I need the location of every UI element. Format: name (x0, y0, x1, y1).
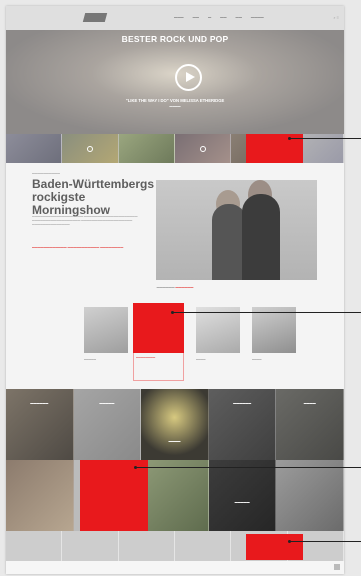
tile-caption: ▬▬▬▬▬▬ (30, 401, 49, 405)
video-thumbnail[interactable] (6, 134, 63, 163)
callout-line (136, 467, 361, 468)
now-playing-meta: ▬▬▬▬ (169, 104, 181, 108)
hero-banner: BESTER ROCK UND POP "LIKE THE WAY I DO" … (6, 30, 344, 134)
scroll-top-button[interactable] (334, 564, 340, 570)
bottom-link-cell[interactable] (175, 531, 232, 561)
video-thumbnail[interactable] (118, 134, 175, 163)
station-logo[interactable] (82, 13, 108, 22)
callout-line (290, 541, 361, 542)
content-tile[interactable] (141, 460, 209, 531)
top-navigation-bar: ▬▬▬ ▬▬ ▬ ▬▬ ▬▬ ▬▬▬▬ ⌕ ≡ (6, 6, 344, 30)
callout-dot (134, 466, 137, 469)
bottom-link-cell[interactable] (119, 531, 175, 561)
now-playing-title: "LIKE THE WAY I DO" VON MELISSA ETHERIDG… (125, 98, 225, 103)
content-tile[interactable]: ▬▬▬▬▬ (73, 389, 142, 460)
callout-line (290, 138, 361, 139)
support-link[interactable]: ▬▬▬▬▬▬ (175, 285, 193, 289)
support-line: ▬▬▬▬▬▬ ▬▬▬▬▬▬ (156, 285, 194, 289)
tile-caption: ▬▬▬▬▬▬ (233, 401, 252, 405)
feature-tile[interactable]: ▬▬▬▬ (252, 307, 296, 361)
video-thumbnail[interactable] (174, 134, 232, 163)
content-tile[interactable] (6, 460, 74, 531)
content-tile[interactable]: ▬▬▬▬▬ (208, 460, 277, 531)
article-headline: Baden-Württembergs rockigste Morningshow (32, 177, 155, 217)
header-icons[interactable]: ⌕ ≡ (333, 15, 339, 20)
photo-figure (242, 194, 280, 280)
play-button[interactable] (175, 64, 202, 91)
feature-thumbnails: ▬▬▬▬▬ ▬▬▬▬ ▬▬▬▬ (84, 307, 296, 361)
feature-caption: ▬▬▬▬▬ (84, 358, 96, 361)
content-tile[interactable]: ▬▬▬▬▬▬ (208, 389, 277, 460)
nav-item[interactable]: ▬▬ (220, 15, 226, 19)
hero-title: BESTER ROCK UND POP (121, 34, 229, 44)
tile-caption: ▬▬▬▬▬ (99, 401, 115, 405)
nav-item[interactable]: ▬▬ (193, 15, 199, 19)
nav-item[interactable]: ▬▬▬▬ (251, 15, 264, 19)
red-highlight-box (80, 460, 148, 531)
feature-tile[interactable]: ▬▬▬▬▬ (84, 307, 128, 361)
tile-caption: ▬▬▬▬▬ (234, 500, 250, 504)
nav-item[interactable]: ▬▬ (236, 15, 242, 19)
tile-caption: ▬▬▬▬ (303, 401, 316, 405)
play-icon (199, 145, 206, 152)
page-footer (6, 561, 344, 574)
article-links[interactable]: ▬▬▬▬▬▬▬▬▬▬▬▬ ▬▬▬▬▬▬▬▬▬▬▬ ▬▬▬▬▬▬▬▬ (32, 245, 142, 249)
nav-item[interactable]: ▬▬▬ (174, 15, 184, 19)
feature-caption: ▬▬▬▬ (252, 358, 262, 361)
play-icon (86, 145, 93, 152)
callout-dot (288, 137, 291, 140)
video-thumbnail[interactable] (62, 134, 119, 163)
article-kicker: ▬▬▬▬▬▬▬▬▬▬ (32, 171, 60, 175)
photo-figure (212, 204, 246, 280)
bottom-link-cell[interactable] (62, 531, 119, 561)
content-tile[interactable]: ▬▬▬▬▬▬ (6, 389, 74, 460)
feature-tile[interactable]: ▬▬▬▬ (196, 307, 240, 361)
callout-line (173, 312, 361, 313)
tile-caption: ▬▬▬▬ (168, 439, 181, 443)
callout-dot (288, 540, 291, 543)
content-tile[interactable]: ▬▬▬▬ (141, 389, 209, 460)
feature-caption: ▬▬▬▬ (196, 358, 206, 361)
website-page: ▬▬▬ ▬▬ ▬ ▬▬ ▬▬ ▬▬▬▬ ⌕ ≡ BESTER ROCK UND … (6, 6, 344, 574)
play-icon (186, 72, 195, 82)
red-highlight-box (246, 534, 303, 560)
bottom-link-cell[interactable] (6, 531, 63, 561)
content-tile[interactable] (276, 460, 344, 531)
main-nav: ▬▬▬ ▬▬ ▬ ▬▬ ▬▬ ▬▬▬▬ (174, 15, 264, 19)
callout-dot (171, 311, 174, 314)
nav-item[interactable]: ▬ (208, 15, 211, 19)
red-highlight-box (133, 303, 184, 353)
article-text: ▬▬▬▬▬▬▬▬▬▬▬▬▬▬▬▬▬▬▬ ▬▬▬▬▬▬▬▬▬▬▬▬▬▬▬▬▬▬▬▬… (32, 215, 138, 227)
highlight-caption: ▬▬▬▬▬▬▬▬ (136, 356, 156, 359)
content-tile-grid: ▬▬▬▬▬▬ ▬▬▬▬▬ ▬▬▬▬ ▬▬▬▬▬▬ ▬▬▬▬ ▬▬▬▬▬ (6, 389, 344, 531)
content-tile[interactable]: ▬▬▬▬ (276, 389, 344, 460)
hosts-photo (156, 180, 317, 280)
